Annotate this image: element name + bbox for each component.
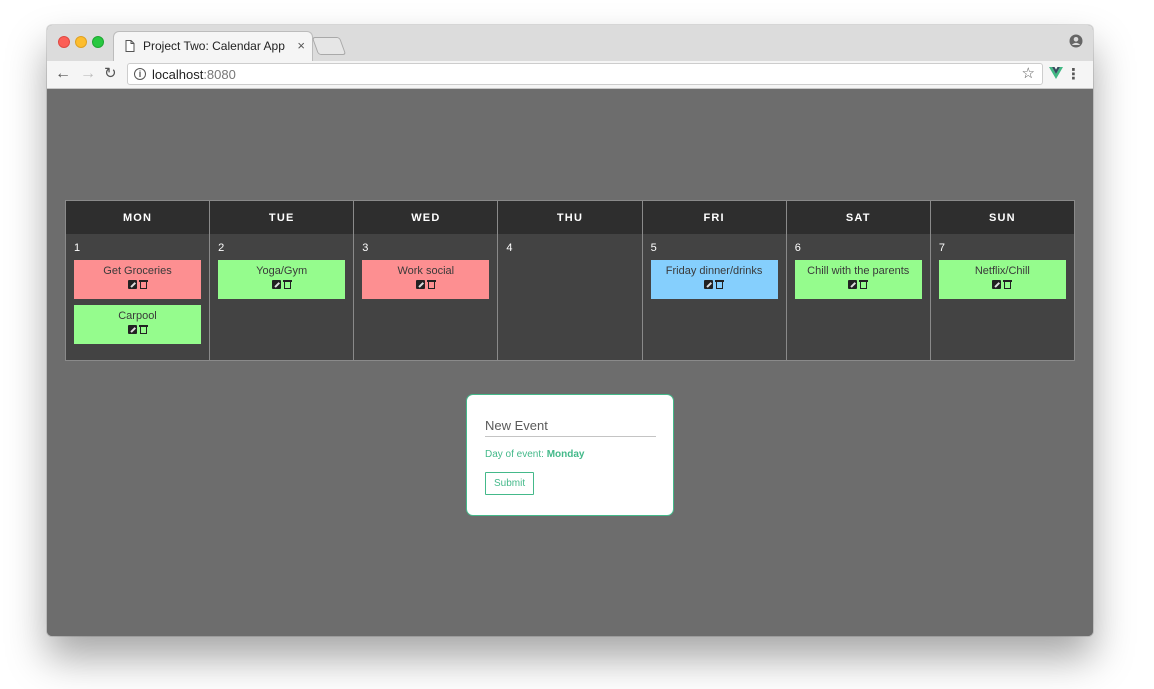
trash-icon[interactable] — [1003, 280, 1013, 290]
tab-bar: Project Two: Calendar App × — [47, 25, 1093, 61]
day-header: THU — [498, 201, 642, 234]
menu-kebab-icon[interactable]: ⋮ — [1066, 65, 1081, 83]
day-column-thu[interactable]: THU 4 — [498, 201, 643, 360]
day-number: 5 — [650, 242, 657, 254]
day-header: TUE — [210, 201, 354, 234]
submit-button[interactable]: Submit — [485, 472, 535, 495]
day-number: 3 — [362, 242, 369, 254]
info-icon[interactable]: i — [134, 68, 146, 80]
trash-icon[interactable] — [138, 280, 148, 290]
event-title: Work social — [397, 265, 455, 277]
day-body[interactable]: 2 Yoga/Gym — [210, 234, 353, 360]
event-title: Netflix/Chill — [974, 265, 1030, 277]
edit-icon[interactable] — [848, 280, 858, 289]
day-body[interactable]: 5 Friday dinner/drinks — [643, 234, 786, 360]
trash-icon[interactable] — [426, 280, 436, 290]
browser-window: Project Two: Calendar App × ← → ↻ i loca… — [47, 25, 1093, 636]
edit-icon[interactable] — [271, 280, 281, 289]
reload-icon[interactable]: ↻ — [104, 65, 117, 83]
day-number: 6 — [794, 242, 801, 254]
day-body[interactable]: 7 Netflix/Chill — [931, 234, 1074, 360]
profile-icon[interactable] — [1069, 34, 1083, 48]
close-window-button[interactable] — [58, 36, 70, 48]
day-of-event-label: Day of event: — [485, 449, 544, 460]
back-arrow-icon[interactable]: ← — [55, 65, 71, 83]
new-event-input[interactable] — [485, 418, 656, 437]
maximize-window-button[interactable] — [92, 36, 104, 48]
day-column-mon[interactable]: MON 1 Get Groceries Carpool — [66, 201, 211, 360]
event-card[interactable]: Work social — [362, 260, 490, 299]
edit-icon[interactable] — [415, 280, 425, 289]
browser-toolbar: ← → ↻ i localhost :8080 ☆ ⋮ — [47, 61, 1093, 89]
trash-icon[interactable] — [715, 280, 725, 290]
day-number: 4 — [506, 242, 513, 254]
event-title: Chill with the parents — [807, 265, 910, 277]
active-tab-content[interactable]: Project Two: Calendar App × — [117, 31, 313, 61]
edit-icon[interactable] — [704, 280, 714, 289]
event-card[interactable]: Netflix/Chill — [938, 260, 1066, 299]
edit-icon[interactable] — [127, 325, 137, 334]
trash-icon[interactable] — [138, 325, 148, 335]
event-title: Carpool — [118, 310, 157, 322]
day-header: SUN — [930, 201, 1074, 234]
page-icon — [125, 40, 135, 52]
day-header: FRI — [642, 201, 786, 234]
week-calendar: MON 1 Get Groceries Carpool TUE 2 Yoga/Gym WED 3… — [65, 200, 1075, 361]
trash-icon[interactable] — [859, 280, 869, 290]
event-actions — [848, 280, 869, 290]
edit-icon[interactable] — [992, 280, 1002, 289]
event-title: Get Groceries — [103, 265, 172, 277]
trash-icon[interactable] — [282, 280, 292, 290]
new-event-card: Day of event: Monday Submit — [466, 394, 674, 516]
page-content: MON 1 Get Groceries Carpool TUE 2 Yoga/Gym WED 3… — [47, 90, 1093, 636]
url-host: localhost — [152, 66, 204, 82]
day-header: MON — [66, 201, 210, 234]
day-column-tue[interactable]: TUE 2 Yoga/Gym — [210, 201, 355, 360]
day-body[interactable]: 3 Work social — [354, 234, 497, 360]
url-port: :8080 — [203, 66, 236, 82]
forward-arrow-icon[interactable]: → — [80, 65, 96, 83]
day-column-sun[interactable]: SUN 7 Netflix/Chill — [930, 201, 1074, 360]
vue-devtools-icon[interactable] — [1049, 67, 1063, 79]
event-actions — [127, 280, 148, 290]
day-body[interactable]: 4 — [498, 234, 641, 360]
edit-icon[interactable] — [127, 280, 137, 289]
event-actions — [271, 280, 292, 290]
event-card[interactable]: Carpool — [74, 305, 201, 344]
event-actions — [704, 280, 725, 290]
event-actions — [992, 280, 1013, 290]
day-of-event-value: Monday — [546, 449, 585, 460]
day-number: 2 — [218, 242, 225, 254]
event-title: Friday dinner/drinks — [665, 265, 763, 277]
event-card[interactable]: Chill with the parents — [794, 260, 922, 299]
day-body[interactable]: 1 Get Groceries Carpool — [66, 234, 209, 360]
new-tab-button[interactable] — [311, 37, 347, 55]
day-of-event: Day of event: Monday — [485, 449, 655, 460]
day-body[interactable]: 6 Chill with the parents — [787, 234, 930, 360]
address-bar[interactable]: i localhost :8080 — [127, 63, 1043, 85]
day-header: SAT — [786, 201, 930, 234]
day-header: WED — [354, 201, 498, 234]
event-title: Yoga/Gym — [256, 265, 308, 277]
tab-close-icon[interactable]: × — [297, 38, 305, 53]
day-number: 1 — [74, 242, 81, 254]
day-number: 7 — [938, 242, 945, 254]
minimize-window-button[interactable] — [75, 36, 87, 48]
event-actions — [415, 280, 436, 290]
day-column-wed[interactable]: WED 3 Work social — [354, 201, 499, 360]
event-card[interactable]: Get Groceries — [74, 260, 201, 299]
bookmark-star-icon[interactable]: ☆ — [1022, 64, 1035, 82]
day-column-fri[interactable]: FRI 5 Friday dinner/drinks — [642, 201, 787, 360]
day-column-sat[interactable]: SAT 6 Chill with the parents — [786, 201, 931, 360]
event-actions — [127, 325, 148, 335]
tab-title: Project Two: Calendar App — [143, 39, 285, 53]
event-card[interactable]: Yoga/Gym — [218, 260, 346, 299]
event-card[interactable]: Friday dinner/drinks — [650, 260, 778, 299]
